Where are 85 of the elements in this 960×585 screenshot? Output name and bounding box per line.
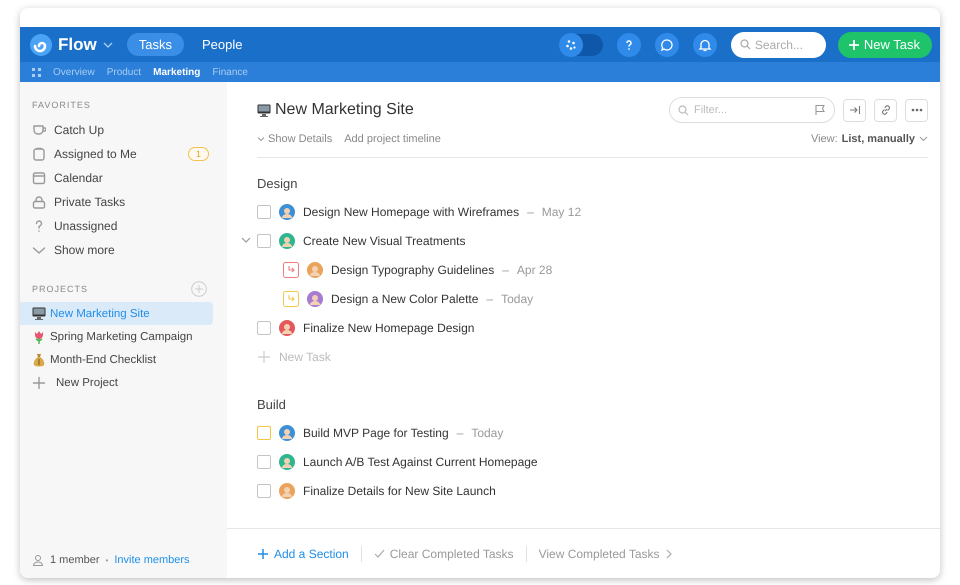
lock-icon [32, 195, 46, 209]
search-icon [678, 104, 689, 116]
task-title[interactable]: Build MVP Page for Testing [303, 426, 449, 440]
task-due-date: May 12 [542, 204, 582, 218]
link-button[interactable] [874, 98, 897, 122]
project-item[interactable]: New Project [20, 371, 213, 394]
cup-icon [32, 123, 46, 137]
search-icon [740, 39, 751, 50]
view-selector[interactable]: View: List, manually [810, 132, 928, 144]
sidebar-item[interactable]: Unassigned [32, 214, 213, 238]
task-title[interactable]: Finalize Details for New Site Launch [303, 484, 496, 498]
sidebar-item[interactable]: Private Tasks [32, 190, 213, 214]
nav-tab[interactable]: People [190, 33, 254, 56]
chevron-down-icon[interactable] [102, 40, 113, 50]
show-details-link[interactable]: Show Details [257, 132, 332, 144]
project-item[interactable]: Spring Marketing Campaign [20, 325, 213, 348]
person-icon [32, 554, 44, 566]
section-heading: PROJECTS [32, 284, 88, 294]
dots-icon [564, 38, 577, 50]
count-badge: 1 [188, 147, 209, 161]
plus-icon [32, 376, 46, 390]
search-field[interactable]: Search... [730, 32, 826, 58]
task-due-date: Today [501, 292, 534, 306]
add-timeline-link[interactable]: Add project timeline [344, 132, 441, 144]
sidebar-item[interactable]: Calendar [32, 166, 213, 190]
caret-icon[interactable] [241, 235, 251, 245]
export-button[interactable] [843, 98, 866, 122]
checkmark-icon [374, 548, 385, 559]
grid-icon[interactable] [32, 68, 41, 76]
arrow-into-bar-icon [848, 104, 860, 116]
logo-icon [30, 34, 52, 56]
task-checkbox[interactable] [257, 204, 271, 218]
member-count: 1 member [50, 554, 100, 566]
project-item[interactable]: Month-End Checklist [20, 348, 213, 371]
chevron-down-icon [919, 134, 928, 143]
task-checkbox[interactable] [257, 426, 271, 440]
task-title[interactable]: Create New Visual Treatments [303, 234, 466, 248]
task-checkbox[interactable] [257, 454, 271, 468]
link-icon [880, 104, 892, 116]
separator-dot: • [106, 556, 108, 564]
section-title: Build [257, 397, 287, 412]
section-heading: FAVORITES [32, 100, 91, 110]
dash-separator: – [502, 262, 509, 276]
plus-icon [848, 38, 860, 50]
chat-bubble-icon [660, 38, 674, 52]
task-title[interactable]: Design Typography Guidelines [331, 262, 494, 276]
more-button[interactable] [905, 98, 928, 122]
project-title: New Marketing Site [275, 101, 414, 119]
bell-icon [698, 38, 712, 52]
toggle-switch[interactable] [558, 34, 603, 56]
task-checkbox[interactable] [257, 234, 271, 248]
task-due-date: Today [471, 426, 504, 440]
chevron-down-icon [257, 134, 265, 142]
task-title[interactable]: Design a New Color Palette [331, 292, 478, 306]
money-bag-icon [32, 352, 46, 366]
section-title: Design [257, 176, 298, 191]
dash-separator: – [527, 204, 534, 218]
chat-button[interactable] [654, 32, 679, 56]
task-checkbox[interactable] [257, 484, 271, 498]
clipboard-icon [32, 147, 46, 161]
chevron-right-icon [664, 548, 673, 558]
filter-field[interactable]: Filter... [669, 97, 835, 123]
task-checkbox[interactable] [257, 320, 271, 334]
notifications-button[interactable] [692, 32, 717, 56]
dash-separator: – [456, 426, 464, 440]
brand-name: Flow [58, 34, 97, 54]
sidebar-item[interactable]: Show more [32, 238, 213, 262]
tulip-icon [32, 330, 46, 344]
task-title[interactable]: Launch A/B Test Against Current Homepage [303, 454, 538, 468]
help-button[interactable] [616, 32, 641, 56]
more-icon [910, 108, 922, 112]
monitor-icon [257, 104, 271, 116]
sidebar-item[interactable]: Catch Up [32, 118, 213, 142]
calendar-icon [32, 171, 46, 185]
task-due-date: Apr 28 [516, 262, 552, 276]
dash-separator: – [486, 292, 494, 306]
flag-icon[interactable] [814, 104, 826, 116]
task-title[interactable]: Finalize New Homepage Design [303, 320, 474, 334]
sidebar-item[interactable]: Assigned to Me 1 [32, 142, 213, 166]
subnav-link[interactable]: Marketing [153, 66, 200, 78]
add-project-icon[interactable] [191, 281, 207, 297]
task-title[interactable]: Design New Homepage with Wireframes [303, 204, 520, 218]
plus-icon [257, 350, 271, 364]
monitor-icon [32, 307, 46, 320]
plus-icon [257, 548, 269, 560]
